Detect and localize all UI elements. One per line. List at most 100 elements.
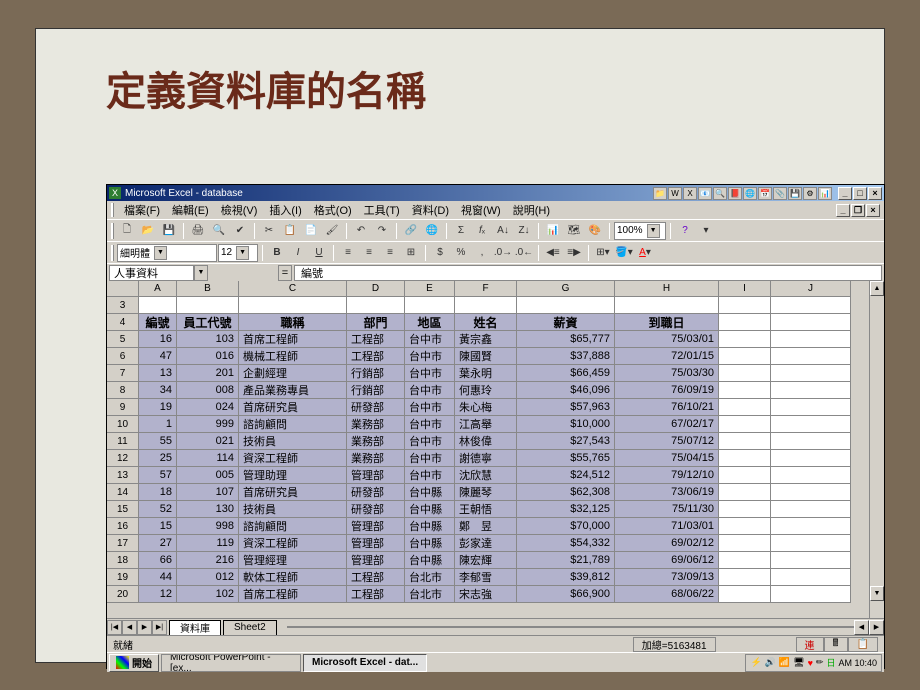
cell[interactable]: 73/09/13 [615, 569, 719, 586]
cell[interactable]: 工程部 [347, 586, 405, 603]
cell[interactable]: 72/01/15 [615, 348, 719, 365]
cell[interactable]: 008 [177, 382, 239, 399]
paste-button[interactable]: 📄 [301, 222, 321, 240]
doc-minimize-button[interactable]: _ [836, 204, 850, 217]
cell[interactable] [719, 365, 771, 382]
cell[interactable]: 李郁雪 [455, 569, 517, 586]
menu-format[interactable]: 格式(O) [308, 202, 358, 218]
horizontal-scrollbar[interactable] [287, 626, 854, 628]
bold-button[interactable]: B [267, 244, 287, 262]
cell[interactable]: 台中縣 [405, 552, 455, 569]
borders-button[interactable]: ⊞▾ [593, 244, 613, 262]
cell[interactable]: 998 [177, 518, 239, 535]
cell[interactable]: 管理部 [347, 552, 405, 569]
cell[interactable]: 謝德寧 [455, 450, 517, 467]
function-button[interactable]: fₓ [472, 222, 492, 240]
scroll-left-button[interactable]: ◀ [854, 620, 869, 635]
taskbar-task[interactable]: Microsoft PowerPoint - [ex... [161, 654, 301, 672]
tray-icon[interactable]: ✏ [816, 657, 824, 668]
name-box-dropdown[interactable]: ▼ [194, 265, 208, 281]
cell[interactable] [455, 297, 517, 314]
cell[interactable]: 25 [139, 450, 177, 467]
sheet-tab[interactable]: Sheet2 [223, 620, 277, 635]
menu-data[interactable]: 資料(D) [406, 202, 455, 218]
cell[interactable]: 103 [177, 331, 239, 348]
cell[interactable] [771, 382, 851, 399]
cell-header[interactable]: 到職日 [615, 314, 719, 331]
cell[interactable] [719, 297, 771, 314]
cell[interactable]: 1 [139, 416, 177, 433]
cell[interactable]: 台北市 [405, 569, 455, 586]
cell[interactable]: 鄭 昱 [455, 518, 517, 535]
cell[interactable]: 台中縣 [405, 501, 455, 518]
cell[interactable]: 66 [139, 552, 177, 569]
font-name-combo[interactable]: 細明體▼ [117, 244, 217, 262]
cell[interactable]: 012 [177, 569, 239, 586]
percent-button[interactable]: % [451, 244, 471, 262]
cell[interactable]: 27 [139, 535, 177, 552]
cell[interactable] [719, 331, 771, 348]
cell[interactable] [771, 467, 851, 484]
cell[interactable]: 12 [139, 586, 177, 603]
cell[interactable]: 55 [139, 433, 177, 450]
tray-icon[interactable]: 📶 [779, 657, 790, 668]
cell[interactable] [719, 450, 771, 467]
open-button[interactable]: 📂 [138, 222, 158, 240]
font-color-button[interactable]: A▾ [635, 244, 655, 262]
cell[interactable]: 005 [177, 467, 239, 484]
cell[interactable] [771, 586, 851, 603]
menu-window[interactable]: 視窗(W) [455, 202, 507, 218]
autosum-button[interactable]: Σ [451, 222, 471, 240]
save-button[interactable]: 💾 [159, 222, 179, 240]
cell[interactable]: 台中市 [405, 433, 455, 450]
tab-last-button[interactable]: ▶| [152, 620, 167, 635]
menu-file[interactable]: 檔案(F) [118, 202, 166, 218]
fill-color-button[interactable]: 🪣▾ [614, 244, 634, 262]
app-icon[interactable]: 🔍 [713, 187, 727, 200]
cell[interactable]: 75/11/30 [615, 501, 719, 518]
new-button[interactable]: 🗋 [117, 222, 137, 240]
cell[interactable]: 75/03/01 [615, 331, 719, 348]
cell[interactable] [239, 297, 347, 314]
cell[interactable]: 技術員 [239, 433, 347, 450]
cell[interactable] [719, 501, 771, 518]
sort-asc-button[interactable]: A↓ [493, 222, 513, 240]
cell[interactable]: 黃宗鑫 [455, 331, 517, 348]
worksheet-grid[interactable]: A B C D E F G H I J 34編號員工代號職稱部門地區姓名薪資到職… [107, 281, 884, 618]
close-button[interactable]: × [868, 187, 882, 200]
map-button[interactable]: 🗺 [564, 222, 584, 240]
cell[interactable] [719, 569, 771, 586]
cell[interactable] [719, 535, 771, 552]
cell[interactable]: $65,777 [517, 331, 615, 348]
cell[interactable]: 102 [177, 586, 239, 603]
sheet-tab-active[interactable]: 資料庫 [169, 620, 221, 635]
scroll-right-button[interactable]: ▶ [869, 620, 884, 635]
cell[interactable]: 216 [177, 552, 239, 569]
tray-icon[interactable]: ♥ [808, 658, 813, 668]
cell[interactable]: 75/04/15 [615, 450, 719, 467]
cell[interactable]: 44 [139, 569, 177, 586]
cell[interactable] [615, 297, 719, 314]
cell[interactable] [719, 348, 771, 365]
cell[interactable]: 69/06/12 [615, 552, 719, 569]
cell[interactable]: 葉永明 [455, 365, 517, 382]
cell[interactable]: 陳麗琴 [455, 484, 517, 501]
format-painter-button[interactable]: 🖌 [322, 222, 342, 240]
cell[interactable]: $10,000 [517, 416, 615, 433]
tab-next-button[interactable]: ▶ [137, 620, 152, 635]
copy-button[interactable]: 📋 [280, 222, 300, 240]
app-icon[interactable]: 📁 [653, 187, 667, 200]
app-icon[interactable]: 📊 [818, 187, 832, 200]
menu-insert[interactable]: 插入(I) [263, 202, 307, 218]
cell[interactable] [719, 586, 771, 603]
print-button[interactable]: 🖨 [188, 222, 208, 240]
cell[interactable]: 林俊偉 [455, 433, 517, 450]
underline-button[interactable]: U [309, 244, 329, 262]
merge-center-button[interactable]: ⊞ [401, 244, 421, 262]
cell[interactable]: 資深工程師 [239, 450, 347, 467]
cell[interactable]: 71/03/01 [615, 518, 719, 535]
col-header[interactable]: A [139, 281, 177, 297]
cell[interactable] [771, 569, 851, 586]
system-tray[interactable]: ⚡🔊📶🖥♥✏日 AM 10:40 [745, 654, 882, 672]
cell-header[interactable]: 員工代號 [177, 314, 239, 331]
